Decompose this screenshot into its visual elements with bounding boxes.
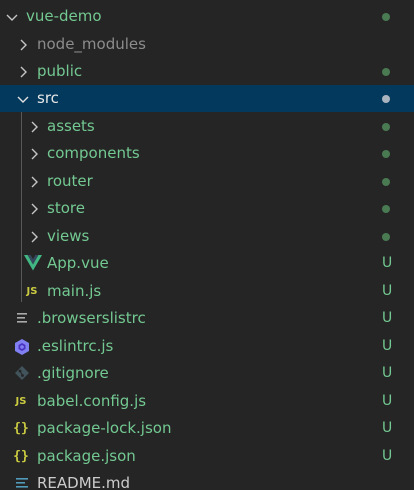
modified-dot [382,205,390,213]
untracked-status: U [382,365,393,381]
json-icon: {} [13,449,29,464]
untracked-status: U [382,255,393,271]
untracked-status: U [382,310,393,326]
git-icon [13,360,31,387]
chevron-right-icon [26,140,42,167]
modified-dot [382,68,390,76]
modified-dot [382,150,390,158]
chevron-down-icon [4,3,20,30]
chevron-right-icon [15,58,31,85]
tree-item-label: main.js [47,282,102,300]
tree-item-package-lock[interactable]: {} package-lock.json U [0,415,414,442]
chevron-right-icon [26,113,42,140]
tree-item-components[interactable]: components [0,140,414,167]
modified-dot [382,178,390,186]
eslint-icon [13,333,31,360]
tree-item-label: vue-demo [26,7,102,25]
tree-item-label: .gitignore [37,364,109,382]
js-icon: JS [26,286,38,297]
tree-item-label: components [47,144,140,162]
tree-item-label: package.json [37,447,136,465]
untracked-status: U [382,393,393,409]
tree-item-label: assets [47,117,95,135]
tree-item-label: views [47,227,90,245]
tree-item-label: babel.config.js [37,392,147,410]
tree-item-label: .browserslistrc [37,309,146,327]
modified-dot [382,123,390,131]
modified-dot [382,233,390,241]
vue-icon [24,250,42,277]
list-lines-icon [13,305,31,332]
js-icon: JS [15,396,27,407]
tree-item-label: .eslintrc.js [37,337,114,355]
tree-item-browserslistrc[interactable]: .browserslistrc U [0,305,414,332]
tree-item-babel-config[interactable]: JS babel.config.js U [0,388,414,415]
tree-item-label: package-lock.json [37,419,172,437]
tree-item-main-js[interactable]: JS main.js U [0,278,414,305]
untracked-status: U [382,338,393,354]
chevron-right-icon [26,223,42,250]
tree-item-eslintrc[interactable]: .eslintrc.js U [0,333,414,360]
tree-item-label: public [37,62,83,80]
file-explorer: vue-demo node_modules public src assets [0,0,414,490]
tree-item-label: node_modules [37,35,146,53]
tree-item-label: router [47,172,93,190]
tree-item-views[interactable]: views [0,223,414,250]
tree-item-readme[interactable]: README.md [0,470,414,490]
chevron-right-icon [15,31,31,58]
chevron-right-icon [26,195,42,222]
tree-item-gitignore[interactable]: .gitignore U [0,360,414,387]
tree-item-app-vue[interactable]: App.vue U [0,250,414,277]
tree-item-package-json[interactable]: {} package.json U [0,443,414,470]
untracked-status: U [382,448,393,464]
untracked-status: U [382,420,393,436]
modified-dot [382,95,390,103]
tree-item-vue-demo[interactable]: vue-demo [0,3,414,30]
chevron-right-icon [26,168,42,195]
tree-item-label: src [37,89,59,107]
tree-item-assets[interactable]: assets [0,113,414,140]
json-icon: {} [13,421,29,436]
tree-item-public[interactable]: public [0,58,414,85]
tree-item-store[interactable]: store [0,195,414,222]
tree-item-label: README.md [37,474,131,490]
tree-item-node-modules[interactable]: node_modules [0,31,414,58]
tree-item-label: App.vue [47,254,109,272]
untracked-status: U [382,283,393,299]
tree-item-router[interactable]: router [0,168,414,195]
modified-dot [382,13,390,21]
tree-item-src[interactable]: src [0,85,414,112]
tree-item-label: store [47,199,85,217]
info-icon [13,470,31,490]
chevron-down-icon [15,85,31,112]
